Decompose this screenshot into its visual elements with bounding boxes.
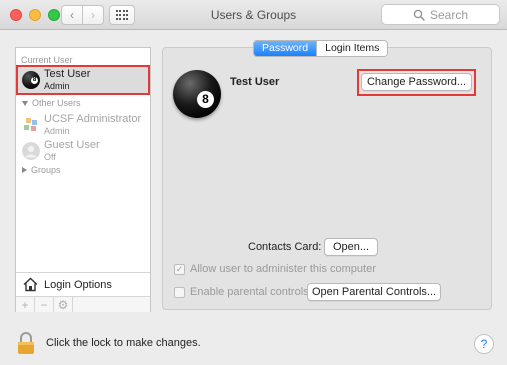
- user-role: Off: [44, 152, 56, 162]
- remove-user-button[interactable]: −: [35, 297, 54, 312]
- user-picture[interactable]: 8: [173, 70, 221, 118]
- help-button[interactable]: ?: [474, 334, 494, 354]
- groups-section-toggle[interactable]: Groups: [22, 165, 61, 175]
- search-placeholder: Search: [429, 7, 469, 22]
- colorful-pinwheel-icon: [24, 118, 37, 131]
- login-options-item[interactable]: Login Options: [16, 272, 150, 296]
- gear-icon: ⚙: [57, 297, 69, 312]
- tab-login-items[interactable]: Login Items: [316, 41, 388, 56]
- search-field[interactable]: Search: [381, 4, 500, 25]
- lock-text: Click the lock to make changes.: [46, 337, 201, 349]
- user-name: UCSF Administrator: [44, 113, 142, 125]
- open-contacts-card-button[interactable]: Open...: [324, 238, 378, 256]
- sidebar-item-test-user[interactable]: Test User Admin: [16, 65, 150, 95]
- allow-admin-label: Allow user to administer this computer: [190, 263, 376, 275]
- add-user-button[interactable]: +: [16, 297, 35, 312]
- house-icon: [23, 277, 38, 292]
- users-sidebar: Current User Test User Admin Other Users…: [15, 47, 151, 312]
- user-name: Guest User: [44, 139, 100, 151]
- disclosure-right-icon: [22, 167, 27, 173]
- title-bar: ‹ › Users & Groups Search: [0, 0, 507, 30]
- eight-ball-icon: 8: [197, 91, 214, 108]
- user-name: Test User: [44, 68, 91, 80]
- sidebar-item-guest-user[interactable]: Guest User Off: [16, 136, 150, 166]
- selected-user-name: Test User: [230, 76, 280, 88]
- lock-row: Click the lock to make changes.: [16, 331, 201, 355]
- change-password-button[interactable]: Change Password...: [361, 73, 472, 91]
- generic-user-icon: [22, 142, 40, 160]
- lock-icon[interactable]: [16, 331, 36, 355]
- parental-controls-label: Enable parental controls: [190, 286, 309, 298]
- contacts-card-label: Contacts Card:: [248, 241, 322, 253]
- allow-admin-checkbox[interactable]: ✓: [174, 263, 185, 275]
- tab-password[interactable]: Password: [254, 41, 317, 56]
- search-icon: [413, 9, 425, 21]
- sidebar-toolbar: + − ⚙: [16, 296, 150, 312]
- groups-section-label: Groups: [31, 165, 61, 175]
- action-menu-button[interactable]: ⚙: [54, 297, 73, 312]
- eight-ball-icon: [22, 71, 40, 89]
- user-role: Admin: [44, 81, 70, 91]
- current-user-section-label: Current User: [21, 55, 73, 65]
- other-users-section-label: Other Users: [32, 98, 81, 108]
- disclosure-down-icon: [22, 100, 28, 106]
- other-users-section-toggle[interactable]: Other Users: [22, 98, 81, 108]
- detail-tabs: Password Login Items: [253, 40, 389, 57]
- login-options-label: Login Options: [44, 278, 112, 291]
- open-parental-controls-button[interactable]: Open Parental Controls...: [307, 283, 441, 301]
- parental-controls-row: Enable parental controls: [174, 286, 309, 298]
- parental-controls-checkbox[interactable]: [174, 286, 185, 298]
- user-role: Admin: [44, 126, 70, 136]
- allow-admin-row: ✓ Allow user to administer this computer: [174, 263, 376, 275]
